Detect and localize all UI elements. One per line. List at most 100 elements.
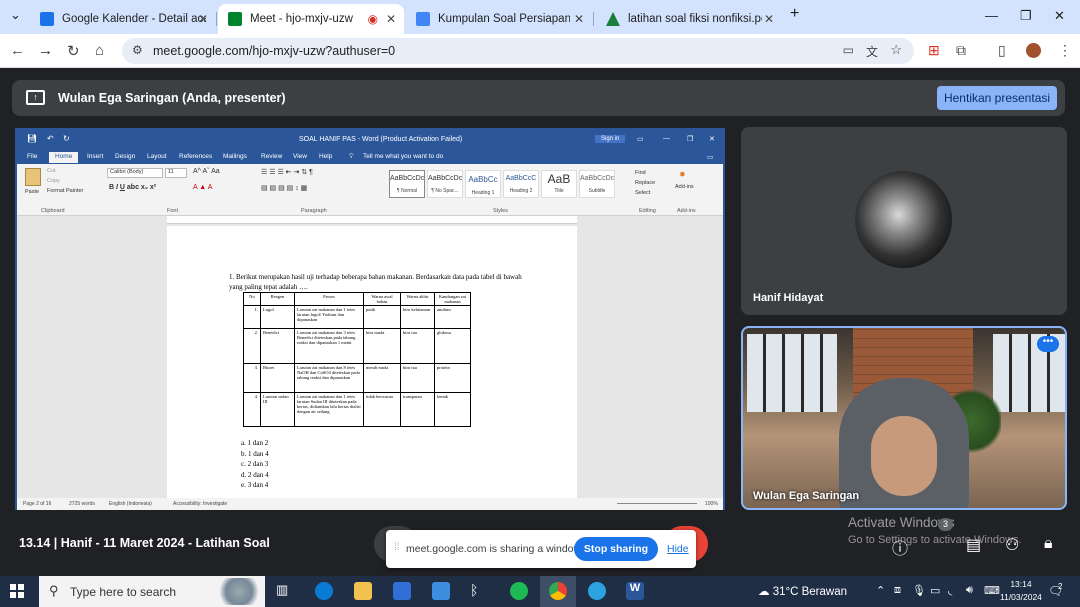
new-tab-button[interactable]: + [790, 5, 799, 23]
url-text: meet.google.com/hjo-mxjv-uzw?authuser=0 [153, 44, 396, 58]
tab-label: Google Kalender - Detail acara [62, 13, 206, 25]
sharing-message: meet.google.com is sharing a window. [406, 543, 584, 555]
comments-icon: ▭ [707, 154, 714, 161]
avatar [855, 171, 952, 268]
tray-app-icon[interactable]: ⧈ [894, 584, 901, 597]
group-editing: Editing [639, 208, 656, 214]
menu-design: Design [115, 153, 136, 160]
menu-kebab-icon[interactable]: ⋮ [1058, 42, 1072, 59]
browser-toolbar: ← → ↻ ⌂ ⚙ meet.google.com/hjo-mxjv-uzw?a… [0, 34, 1080, 68]
start-button[interactable] [10, 584, 24, 598]
stop-presenting-button[interactable]: Hentikan presentasi [937, 86, 1057, 110]
info-icon[interactable]: ⓘ [892, 535, 908, 559]
tab-kumpulan-soal[interactable]: Kumpulan Soal Persiapan Ujian ✕ [406, 4, 592, 34]
word-restore-icon: ❐ [687, 136, 694, 143]
more-options-icon[interactable]: ••• [1037, 336, 1059, 352]
close-window-button[interactable]: ✕ [1054, 8, 1065, 24]
home-button[interactable]: ⌂ [95, 42, 104, 59]
wifi-icon[interactable]: ◟ [948, 584, 952, 597]
word-icon[interactable]: W [626, 582, 644, 600]
menu-file: File [27, 153, 38, 160]
edge-icon[interactable] [315, 582, 333, 600]
profile-avatar[interactable] [1026, 43, 1041, 58]
menu-view: View [293, 153, 307, 160]
font-color-icon: A ▲ A [193, 184, 213, 191]
word-menu: File Home Insert Design Layout Reference… [17, 150, 723, 164]
activate-windows-hint: Go to Settings to activate Windows. [848, 534, 1022, 546]
taskbar-search[interactable]: ⚲ Type here to search [39, 576, 265, 607]
reload-button[interactable]: ↻ [67, 42, 80, 60]
back-button[interactable]: ← [10, 42, 25, 59]
tab-search-icon[interactable]: ⌄ [10, 7, 21, 23]
taskbar-clock[interactable]: 13:14 11/03/2024 [1000, 578, 1042, 604]
volume-icon[interactable]: 🔊︎ [966, 584, 973, 597]
zoom-slider [617, 503, 697, 504]
weather-widget[interactable]: ☁ 31°C Berawan [758, 584, 847, 598]
weather-text: 31°C Berawan [772, 586, 847, 598]
clock-time: 13:14 [1010, 579, 1032, 589]
close-icon[interactable]: ✕ [386, 12, 396, 26]
spotify-icon[interactable] [510, 582, 528, 600]
tab-label: Kumpulan Soal Persiapan Ujian [438, 13, 570, 25]
hide-link[interactable]: Hide [667, 543, 689, 555]
microphone-icon[interactable]: 🎙︎ [912, 584, 926, 597]
bullets-icon: ☰ ☰ ☰ ⇤ ⇥ ⇅ ¶ [261, 169, 313, 176]
close-icon[interactable]: ✕ [764, 12, 774, 26]
table-row: 2. Benedict Larutan zat makanan dan 3 tete… [243, 328, 471, 364]
translate-icon[interactable]: 文 [866, 43, 878, 60]
minimize-button[interactable]: — [985, 8, 998, 23]
tab-meet[interactable]: Meet - hjo-mxjv-uzw ◉ ✕ [218, 4, 404, 34]
file-explorer-icon[interactable] [354, 582, 372, 600]
option-d: d. 2 dan 4 [241, 470, 269, 479]
paste-label: Paste [25, 189, 40, 195]
restore-button[interactable]: ❐ [1020, 8, 1032, 24]
tab-calendar[interactable]: Google Kalender - Detail acara ✕ [30, 4, 216, 34]
lightbulb-icon: 💡︎ [349, 153, 354, 160]
stop-sharing-button[interactable]: Stop sharing [574, 537, 658, 561]
side-panel-icon[interactable]: ▯ [998, 42, 1006, 59]
meet-icon [228, 12, 242, 26]
tray-chevron-icon[interactable]: ⌃ [876, 584, 885, 597]
status-lang: English (Indonesia) [109, 501, 152, 507]
chat-icon[interactable]: ▤ [966, 535, 981, 555]
host-controls-icon[interactable]: 🔒︎ [1044, 535, 1053, 553]
group-clipboard: Clipboard [41, 208, 65, 214]
drag-handle-icon[interactable]: ⁞⁞ [394, 542, 400, 553]
language-icon[interactable]: ⌨ [984, 584, 1000, 597]
menu-home: Home [49, 152, 79, 163]
extensions-icon[interactable]: ⧉ [956, 42, 966, 59]
forward-button[interactable]: → [38, 42, 53, 59]
store-icon[interactable] [393, 582, 411, 600]
tab-label: Meet - hjo-mxjv-uzw [250, 13, 353, 25]
font-name-box: Calibri (Body) [107, 168, 163, 178]
chrome-icon[interactable] [549, 582, 567, 600]
redo-icon: ↻ [63, 134, 70, 143]
site-info-icon[interactable]: ⚙ [132, 43, 143, 57]
clock-date: 11/03/2024 [1000, 592, 1042, 602]
tab-drive-pdf[interactable]: latihan soal fiksi nonfiksi.pdf - G ✕ [596, 4, 782, 34]
grow-font-icon: A^ Aˇ Aa [193, 168, 220, 175]
bookmark-star-icon[interactable]: ☆ [890, 42, 902, 58]
word-titlebar: 💾︎ ↶ ↻ SOAL HANIF PAS - Word (Product Ac… [17, 130, 723, 150]
task-view-icon[interactable]: ▥ [276, 582, 294, 600]
display-icon[interactable]: ▭ [930, 584, 940, 597]
mail-icon[interactable] [432, 582, 450, 600]
word-ruler [167, 216, 577, 224]
activities-icon[interactable]: ⚇ [1005, 535, 1019, 555]
extension-record-icon[interactable]: ⊞ [928, 42, 940, 59]
status-words: 2725 words [69, 501, 95, 507]
close-icon[interactable]: ✕ [574, 12, 584, 26]
koala-icon [209, 578, 259, 605]
bluetooth-icon[interactable]: ᛒ [470, 582, 488, 600]
bold-icon: B I U abc x₂ x² [109, 184, 157, 191]
question-table: No Reagen Proses Warna awal bahan Warna … [243, 292, 471, 427]
close-icon[interactable]: ✕ [198, 12, 208, 26]
participant-tile-wulan[interactable]: ••• Wulan Ega Saringan [741, 326, 1067, 510]
participant-tile-hanif[interactable]: Hanif Hidayat [741, 127, 1067, 315]
camera-icon[interactable]: ▭ [843, 43, 854, 57]
option-b: b. 1 dan 4 [241, 449, 269, 458]
telegram-icon[interactable] [588, 582, 606, 600]
drive-icon [606, 12, 620, 26]
ribbon-display-icon: ▭ [637, 136, 644, 143]
address-bar[interactable]: ⚙ meet.google.com/hjo-mxjv-uzw?authuser=… [122, 38, 914, 64]
